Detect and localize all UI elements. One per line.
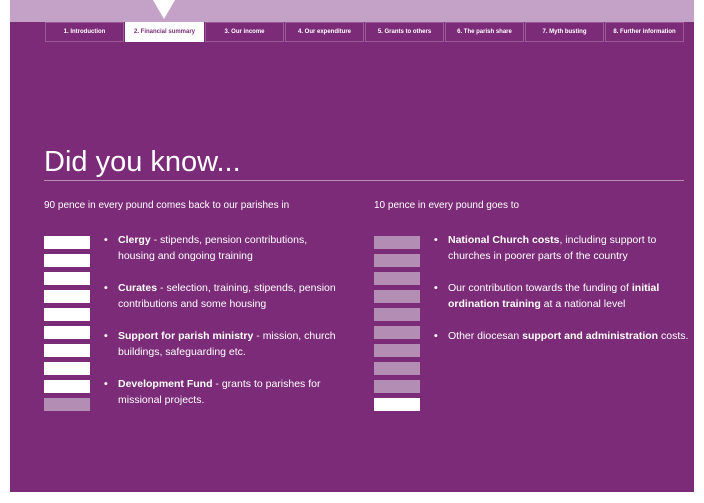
title-divider [44,180,684,181]
list-item: Support for parish ministry - mission, c… [104,328,344,360]
tab-our-expenditure[interactable]: 4. Our expenditure [285,22,364,42]
left-item-list: Clergy - stipends, pension contributions… [104,232,344,424]
pence-bar-filled [44,272,90,285]
tab-further-information[interactable]: 8. Further information [605,22,684,42]
tab-grants-to-others[interactable]: 5. Grants to others [365,22,444,42]
active-tab-pointer [153,0,175,19]
tab-myth-busting[interactable]: 7. Myth busting [525,22,604,42]
right-intro: 10 pence in every pound goes to [374,200,520,211]
right-item-list: National Church costs, including support… [434,232,690,360]
list-item: Development Fund - grants to parishes fo… [104,376,344,408]
pence-bar-faded [374,308,420,321]
pence-bar-faded [374,344,420,357]
pence-bar-faded [374,362,420,375]
list-item: Our contribution towards the funding of … [434,280,690,312]
left-intro: 90 pence in every pound comes back to ou… [44,200,290,211]
pence-bar-filled [44,326,90,339]
pence-bar-faded [374,326,420,339]
list-item: Curates - selection, training, stipends,… [104,280,344,312]
pence-bar-filled [44,236,90,249]
pence-bar-faded [374,254,420,267]
pence-bar-filled [44,380,90,393]
pence-bar-filled [374,398,420,411]
pence-bar-filled [44,308,90,321]
page-title: Did you know... [44,146,241,178]
right-pence-bars [374,236,420,411]
left-pence-bars [44,236,90,411]
pence-bar-faded [374,290,420,303]
pence-bar-filled [44,362,90,375]
pence-bar-faded [374,236,420,249]
list-item: Other diocesan support and administratio… [434,328,690,344]
pence-bar-faded [374,272,420,285]
tab-financial-summary[interactable]: 2. Financial summary [125,22,204,42]
pence-bar-filled [44,344,90,357]
list-item: National Church costs, including support… [434,232,690,264]
tab-introduction[interactable]: 1. Introduction [45,22,124,42]
pence-bar-filled [44,290,90,303]
pence-bar-faded [374,380,420,393]
top-band [10,0,694,22]
list-item: Clergy - stipends, pension contributions… [104,232,344,264]
tab-our-income[interactable]: 3. Our income [205,22,284,42]
section-tabs: 1. Introduction 2. Financial summary 3. … [45,22,684,42]
pence-bar-filled [44,254,90,267]
pence-bar-faded [44,398,90,411]
tab-parish-share[interactable]: 6. The parish share [445,22,524,42]
